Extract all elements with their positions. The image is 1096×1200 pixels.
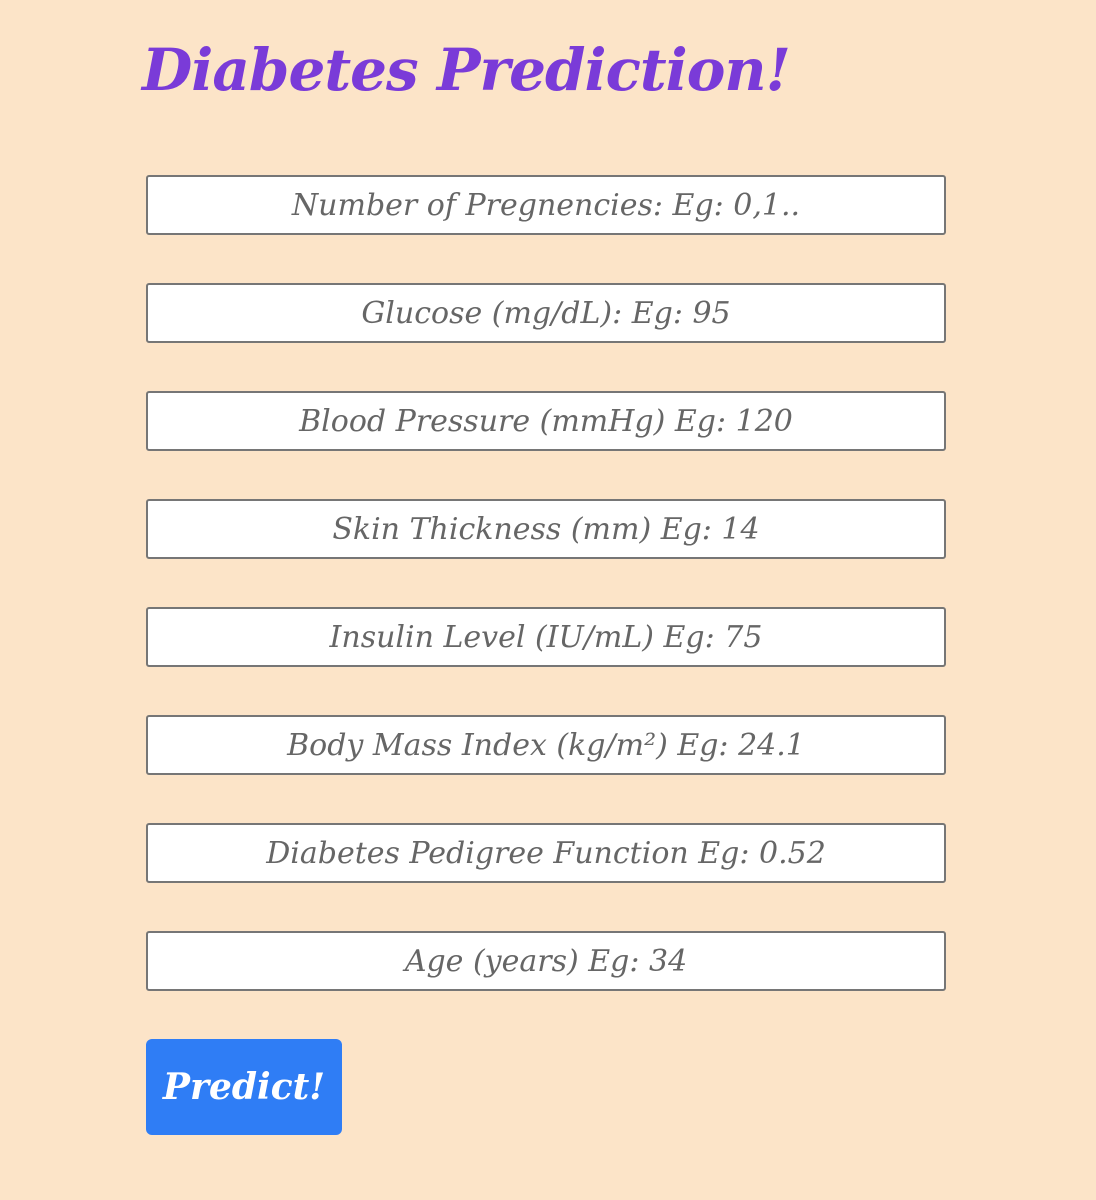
pregnancies-input[interactable]: [146, 175, 946, 235]
glucose-input[interactable]: [146, 283, 946, 343]
pedigree-function-input[interactable]: [146, 823, 946, 883]
skin-thickness-input[interactable]: [146, 499, 946, 559]
blood-pressure-input[interactable]: [146, 391, 946, 451]
insulin-input[interactable]: [146, 607, 946, 667]
page-title: Diabetes Prediction!: [142, 36, 791, 104]
age-input[interactable]: [146, 931, 946, 991]
predict-button[interactable]: Predict!: [146, 1039, 342, 1135]
bmi-input[interactable]: [146, 715, 946, 775]
prediction-form: [146, 175, 946, 1039]
